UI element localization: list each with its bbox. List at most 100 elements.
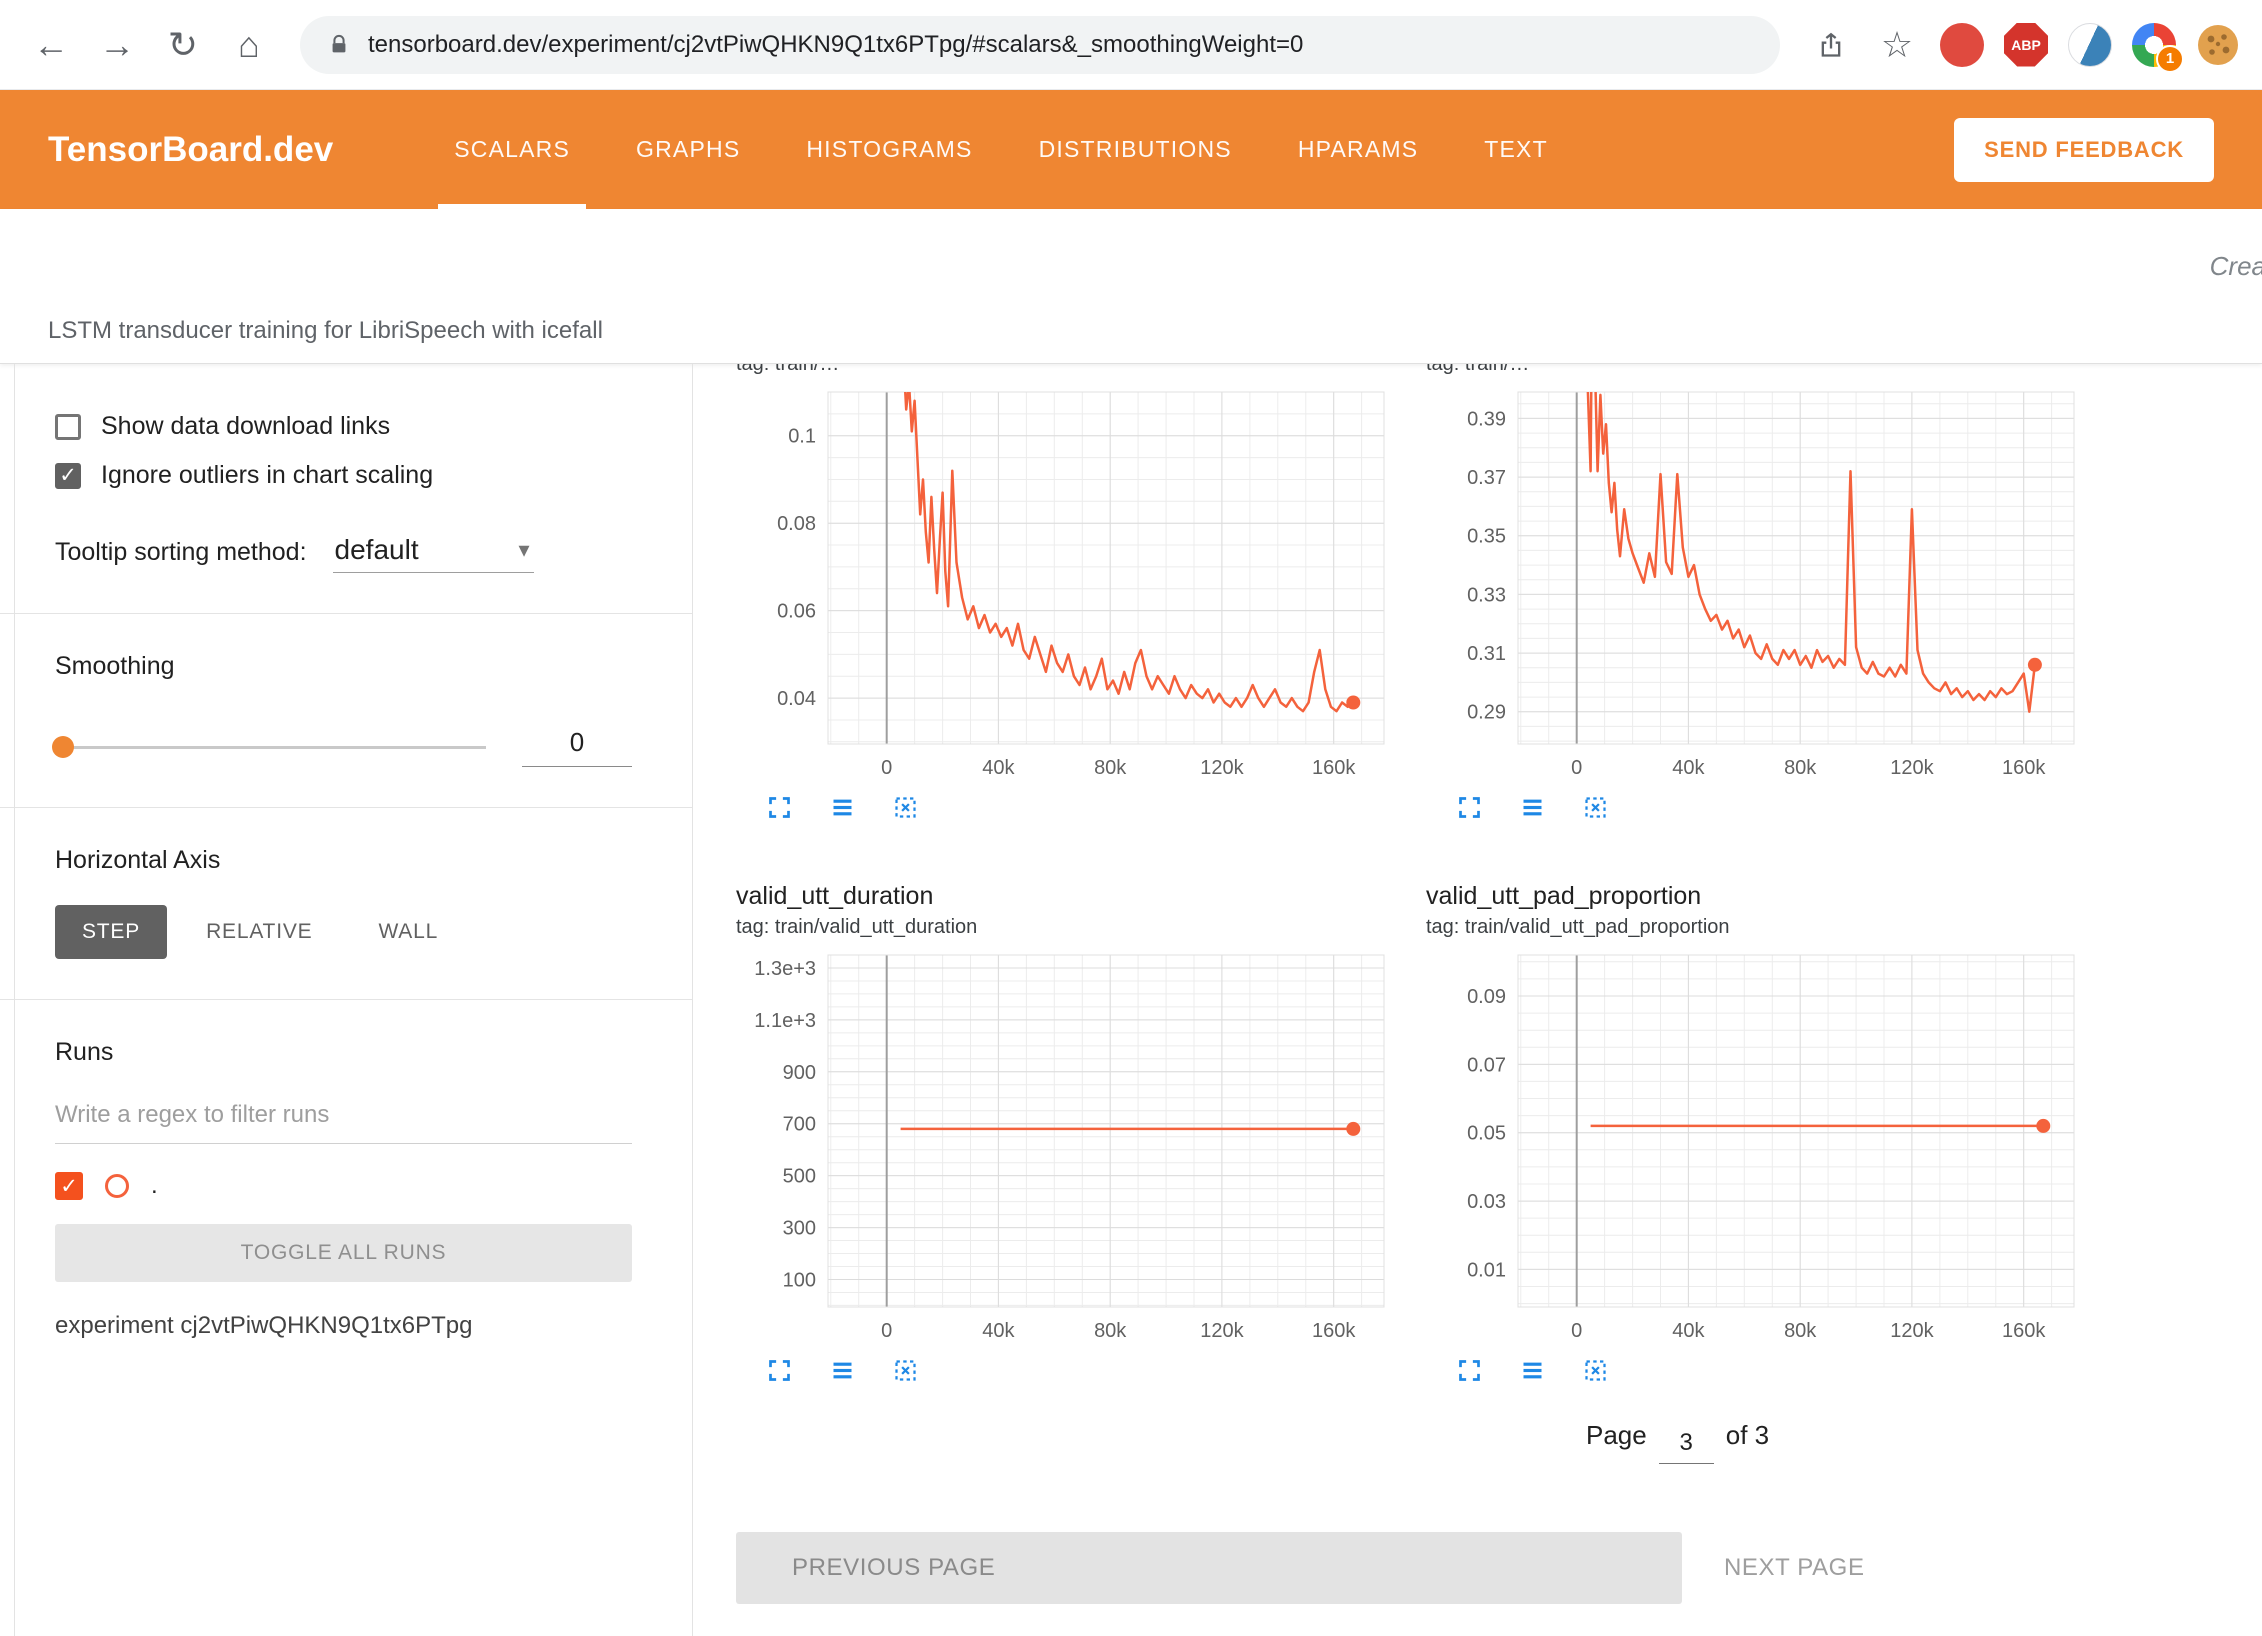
svg-text:160k: 160k bbox=[2002, 757, 2046, 779]
svg-text:900: 900 bbox=[783, 1062, 816, 1084]
svg-text:120k: 120k bbox=[1200, 757, 1244, 779]
tooltip-sorting-select[interactable]: default ▾ bbox=[333, 532, 534, 573]
svg-text:0: 0 bbox=[1571, 1320, 1582, 1342]
svg-text:0: 0 bbox=[881, 1320, 892, 1342]
pagination: Page of 3 bbox=[1586, 1420, 2262, 1458]
app-logo[interactable]: TensorBoard.dev bbox=[48, 130, 333, 170]
chart-card: valid_utt_pad_proportion tag: train/vali… bbox=[1426, 827, 2086, 1390]
chart-title: valid_utt_pad_proportion bbox=[1426, 881, 2086, 911]
smoothing-slider-thumb[interactable] bbox=[52, 736, 74, 758]
show-download-links-checkbox[interactable] bbox=[55, 414, 81, 440]
svg-text:0.08: 0.08 bbox=[777, 513, 816, 535]
home-button[interactable]: ⌂ bbox=[220, 16, 278, 74]
chart-tag: tag: train/… bbox=[1426, 364, 2086, 376]
svg-text:0.06: 0.06 bbox=[777, 601, 816, 623]
forward-button[interactable]: → bbox=[88, 16, 146, 74]
horizontal-lines-icon[interactable] bbox=[829, 1357, 856, 1384]
send-feedback-button[interactable]: SEND FEEDBACK bbox=[1954, 118, 2214, 182]
ignore-outliers-label: Ignore outliers in chart scaling bbox=[101, 461, 433, 490]
fullscreen-icon[interactable] bbox=[766, 1357, 793, 1384]
smoothing-value-input[interactable] bbox=[522, 727, 632, 767]
chart-canvas[interactable]: 040k80k120k160k0.010.030.050.070.09 bbox=[1426, 947, 2086, 1347]
tab-scalars[interactable]: SCALARS bbox=[428, 90, 596, 209]
horizontal-lines-icon[interactable] bbox=[1519, 794, 1546, 821]
back-button[interactable]: ← bbox=[22, 16, 80, 74]
chart-card: tag: train/… 040k80k120k160k0.290.310.33… bbox=[1426, 364, 2086, 827]
share-icon[interactable] bbox=[1802, 16, 1860, 74]
chart-card: valid_utt_duration tag: train/valid_utt_… bbox=[736, 827, 1396, 1390]
next-page-button[interactable]: NEXT PAGE bbox=[1718, 1553, 1871, 1583]
adblocker-extension-icon[interactable] bbox=[1940, 23, 1984, 67]
app-header: TensorBoard.dev SCALARS GRAPHS HISTOGRAM… bbox=[0, 90, 2262, 209]
reload-button[interactable]: ↻ bbox=[154, 16, 212, 74]
page-of-label: of 3 bbox=[1726, 1420, 1769, 1451]
svg-text:40k: 40k bbox=[982, 757, 1015, 779]
horizontal-lines-icon[interactable] bbox=[829, 794, 856, 821]
fit-to-data-icon[interactable] bbox=[892, 1357, 919, 1384]
previous-page-button[interactable]: PREVIOUS PAGE bbox=[736, 1532, 1682, 1604]
axis-wall-button[interactable]: WALL bbox=[351, 905, 465, 959]
axis-relative-button[interactable]: RELATIVE bbox=[179, 905, 339, 959]
run-color-swatch bbox=[105, 1174, 129, 1198]
chart-canvas[interactable]: 040k80k120k160k0.290.310.330.350.370.39 bbox=[1426, 384, 2086, 784]
svg-text:40k: 40k bbox=[1672, 1320, 1705, 1342]
cookie-extension-icon[interactable] bbox=[2196, 23, 2240, 67]
svg-text:0.07: 0.07 bbox=[1467, 1054, 1506, 1076]
settings-sidebar: Show data download links ✓ Ignore outlie… bbox=[0, 364, 693, 1636]
address-bar[interactable]: tensorboard.dev/experiment/cj2vtPiwQHKN9… bbox=[300, 16, 1780, 74]
chart-canvas[interactable]: 040k80k120k160k1003005007009001.1e+31.3e… bbox=[736, 947, 1396, 1347]
experiment-description: LSTM transducer training for LibriSpeech… bbox=[48, 317, 603, 345]
svg-text:0.05: 0.05 bbox=[1467, 1123, 1506, 1145]
svg-text:0.04: 0.04 bbox=[777, 688, 816, 710]
svg-text:0.31: 0.31 bbox=[1467, 643, 1506, 665]
experiment-subheader: Crea LSTM transducer training for LibriS… bbox=[0, 209, 2262, 364]
fullscreen-icon[interactable] bbox=[1456, 1357, 1483, 1384]
svg-text:0.03: 0.03 bbox=[1467, 1191, 1506, 1213]
toggle-all-runs-button[interactable]: TOGGLE ALL RUNS bbox=[55, 1224, 632, 1282]
svg-text:80k: 80k bbox=[1784, 757, 1817, 779]
svg-text:160k: 160k bbox=[2002, 1320, 2046, 1342]
tab-graphs[interactable]: GRAPHS bbox=[610, 90, 766, 209]
svg-text:80k: 80k bbox=[1094, 1320, 1127, 1342]
fullscreen-icon[interactable] bbox=[766, 794, 793, 821]
svg-text:700: 700 bbox=[783, 1114, 816, 1136]
browser-extension-icon[interactable] bbox=[2068, 23, 2112, 67]
tab-text[interactable]: TEXT bbox=[1458, 90, 1574, 209]
bookmark-star-icon[interactable]: ☆ bbox=[1868, 16, 1926, 74]
chart-tag: tag: train/valid_utt_duration bbox=[736, 915, 1396, 939]
fit-to-data-icon[interactable] bbox=[1582, 1357, 1609, 1384]
abp-extension-icon[interactable]: ABP bbox=[2004, 23, 2048, 67]
page-number-input[interactable] bbox=[1659, 1429, 1714, 1464]
ignore-outliers-checkbox[interactable]: ✓ bbox=[55, 463, 81, 489]
divider bbox=[0, 613, 692, 614]
fit-to-data-icon[interactable] bbox=[892, 794, 919, 821]
experiment-name: experiment cj2vtPiwQHKN9Q1tx6PTpg bbox=[55, 1312, 632, 1340]
svg-text:0.29: 0.29 bbox=[1467, 702, 1506, 724]
fullscreen-icon[interactable] bbox=[1456, 794, 1483, 821]
svg-text:160k: 160k bbox=[1312, 1320, 1356, 1342]
svg-text:500: 500 bbox=[783, 1166, 816, 1188]
run-checkbox[interactable]: ✓ bbox=[55, 1172, 83, 1200]
svg-text:40k: 40k bbox=[1672, 757, 1705, 779]
fit-to-data-icon[interactable] bbox=[1582, 794, 1609, 821]
tooltip-sorting-value: default bbox=[335, 534, 419, 566]
run-row: ✓ . bbox=[55, 1172, 632, 1200]
svg-text:120k: 120k bbox=[1200, 1320, 1244, 1342]
smoothing-label: Smoothing bbox=[55, 652, 632, 681]
lock-icon bbox=[328, 33, 350, 57]
tab-hparams[interactable]: HPARAMS bbox=[1272, 90, 1444, 209]
tab-histograms[interactable]: HISTOGRAMS bbox=[780, 90, 998, 209]
horizontal-lines-icon[interactable] bbox=[1519, 1357, 1546, 1384]
smoothing-slider[interactable] bbox=[55, 746, 486, 749]
pie-extension-icon[interactable]: 1 bbox=[2132, 23, 2176, 67]
svg-text:0.09: 0.09 bbox=[1467, 986, 1506, 1008]
svg-text:0.37: 0.37 bbox=[1467, 467, 1506, 489]
svg-text:300: 300 bbox=[783, 1218, 816, 1240]
tab-distributions[interactable]: DISTRIBUTIONS bbox=[1013, 90, 1258, 209]
chart-canvas[interactable]: 040k80k120k160k0.040.060.080.1 bbox=[736, 384, 1396, 784]
axis-step-button[interactable]: STEP bbox=[55, 905, 167, 959]
svg-text:100: 100 bbox=[783, 1270, 816, 1292]
svg-text:1.3e+3: 1.3e+3 bbox=[754, 958, 816, 980]
runs-label: Runs bbox=[55, 1038, 632, 1067]
run-filter-input[interactable] bbox=[55, 1089, 632, 1144]
